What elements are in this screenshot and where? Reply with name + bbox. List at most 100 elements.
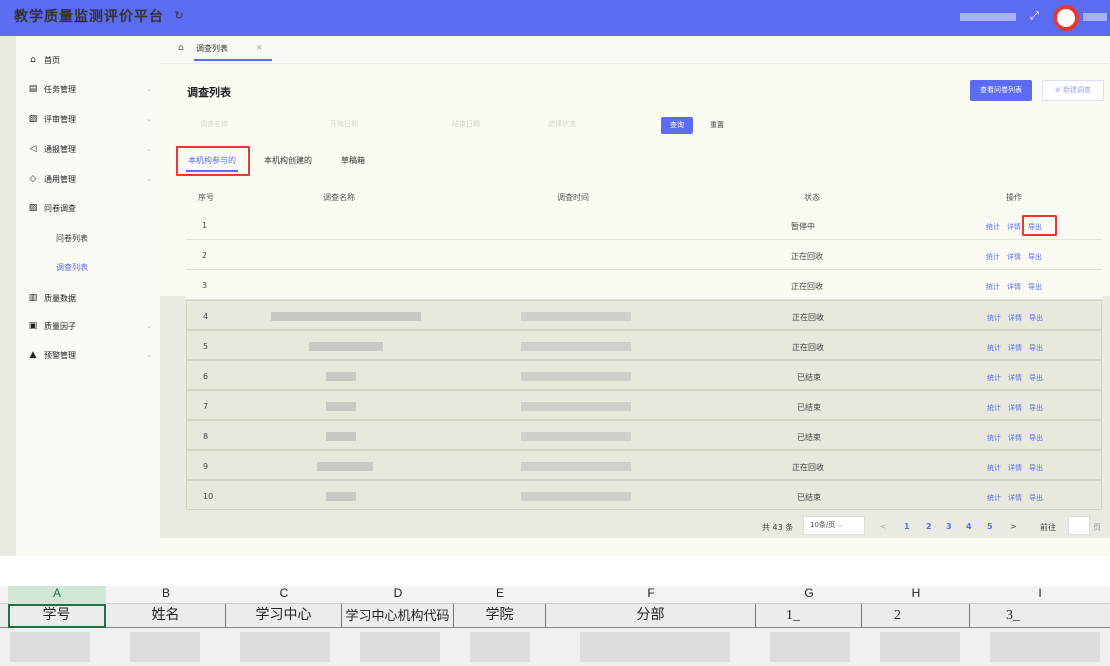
detail-link[interactable]: 详情 bbox=[1008, 343, 1022, 353]
export-link[interactable]: 导出 bbox=[1029, 493, 1043, 503]
sidebar-item-label: 通用管理 bbox=[44, 174, 76, 184]
sidebar-edge bbox=[0, 36, 16, 556]
sidebar-item-warning[interactable]: ▲ 预警管理 ⌄ bbox=[28, 347, 152, 363]
column-G[interactable]: G bbox=[756, 586, 862, 604]
detail-link[interactable]: 详情 bbox=[1008, 313, 1022, 323]
cell-I1[interactable]: 3_ bbox=[970, 604, 1110, 628]
column-C[interactable]: C bbox=[226, 586, 342, 604]
th-actions: 操作 bbox=[1006, 193, 1022, 202]
export-link[interactable]: 导出 bbox=[1028, 252, 1042, 262]
stats-link[interactable]: 统计 bbox=[986, 282, 1000, 292]
home-icon[interactable]: ⌂ bbox=[178, 43, 184, 53]
query-button[interactable]: 查询 bbox=[661, 117, 693, 134]
stats-link[interactable]: 统计 bbox=[987, 343, 1001, 353]
start-date-filter[interactable]: 开始日期 bbox=[330, 119, 358, 129]
column-A[interactable]: A bbox=[8, 586, 106, 604]
goto-page-input[interactable] bbox=[1068, 516, 1090, 535]
status-filter[interactable]: 选择状态 bbox=[548, 119, 576, 129]
sidebar-item-general[interactable]: ◇ 通用管理 ⌄ bbox=[28, 171, 152, 187]
view-questionnaires-button[interactable]: 查看问卷列表 bbox=[970, 80, 1032, 101]
sidebar bbox=[0, 36, 160, 556]
column-D[interactable]: D bbox=[342, 586, 454, 604]
detail-link[interactable]: 详情 bbox=[1007, 222, 1021, 232]
cell-C1[interactable]: 学习中心 bbox=[226, 604, 342, 628]
page-size-select[interactable]: 10条/页 ⌄ bbox=[803, 516, 865, 535]
tab-created[interactable]: 本机构创建的 bbox=[264, 155, 312, 166]
highlight-box-export bbox=[1022, 215, 1057, 236]
detail-link[interactable]: 详情 bbox=[1008, 373, 1022, 383]
survey-name-redacted bbox=[326, 372, 356, 381]
sidebar-subitem-questionnaires[interactable]: 问卷列表 bbox=[56, 233, 88, 244]
stats-link[interactable]: 统计 bbox=[987, 313, 1001, 323]
sidebar-item-quality-factor[interactable]: ▣ 质量因子 ⌄ bbox=[28, 318, 152, 334]
stats-link[interactable]: 统计 bbox=[986, 252, 1000, 262]
stats-link[interactable]: 统计 bbox=[987, 463, 1001, 473]
column-B[interactable]: B bbox=[106, 586, 226, 604]
detail-link[interactable]: 详情 bbox=[1007, 252, 1021, 262]
detail-link[interactable]: 详情 bbox=[1008, 463, 1022, 473]
row-index: 4 bbox=[203, 312, 209, 321]
sidebar-item-label: 通报管理 bbox=[44, 144, 76, 154]
survey-name-filter[interactable]: 调查名称 bbox=[200, 119, 228, 129]
export-link[interactable]: 导出 bbox=[1029, 403, 1043, 413]
detail-link[interactable]: 详情 bbox=[1008, 433, 1022, 443]
sidebar-item-tasks[interactable]: ▤ 任务管理 ⌄ bbox=[28, 81, 152, 97]
column-F[interactable]: F bbox=[546, 586, 756, 604]
column-I[interactable]: I bbox=[970, 586, 1110, 604]
redacted-cell bbox=[770, 632, 850, 662]
sidebar-item-review[interactable]: ▨ 评审管理 ⌄ bbox=[28, 111, 152, 127]
reset-button[interactable]: 重置 bbox=[710, 117, 724, 134]
detail-link[interactable]: 详情 bbox=[1007, 282, 1021, 292]
stats-link[interactable]: 统计 bbox=[987, 433, 1001, 443]
cell-E1[interactable]: 学院 bbox=[454, 604, 546, 628]
sidebar-item-label: 预警管理 bbox=[44, 350, 76, 360]
tab-drafts[interactable]: 草稿箱 bbox=[341, 155, 365, 166]
row-status: 已结束 bbox=[797, 433, 821, 442]
page-4[interactable]: 4 bbox=[966, 522, 972, 531]
cell-G1[interactable]: 1_ bbox=[756, 604, 862, 628]
sidebar-item-survey[interactable]: ▨ 问卷调查 bbox=[28, 200, 76, 216]
refresh-icon[interactable]: ↻ bbox=[172, 9, 186, 23]
stats-link[interactable]: 统计 bbox=[986, 222, 1000, 232]
export-link[interactable]: 导出 bbox=[1029, 373, 1043, 383]
detail-link[interactable]: 详情 bbox=[1008, 493, 1022, 503]
page-2[interactable]: 2 bbox=[926, 522, 932, 531]
export-link[interactable]: 导出 bbox=[1029, 433, 1043, 443]
tab-bar bbox=[160, 36, 1110, 64]
export-link[interactable]: 导出 bbox=[1029, 343, 1043, 353]
sidebar-item-quality-data[interactable]: ▥ 质量数据 bbox=[28, 290, 76, 306]
detail-link[interactable]: 详情 bbox=[1008, 403, 1022, 413]
export-link[interactable]: 导出 bbox=[1029, 313, 1043, 323]
cell-B1[interactable]: 姓名 bbox=[106, 604, 226, 628]
survey-time-redacted bbox=[521, 372, 631, 381]
new-survey-button[interactable]: ⊕ 新建调查 bbox=[1042, 80, 1104, 101]
page-3[interactable]: 3 bbox=[946, 522, 952, 531]
highlight-box-tab bbox=[176, 146, 250, 176]
sidebar-subitem-surveys[interactable]: 调查列表 bbox=[56, 262, 88, 273]
app-brand: 教学质量监测评价平台 bbox=[14, 9, 164, 25]
column-E[interactable]: E bbox=[454, 586, 546, 604]
table-row: 3 正在回收 统计 详情 导出 bbox=[186, 270, 1102, 300]
page-1[interactable]: 1 bbox=[904, 522, 910, 531]
avatar[interactable] bbox=[1053, 5, 1079, 31]
stats-link[interactable]: 统计 bbox=[987, 373, 1001, 383]
cell-H1[interactable]: 2 bbox=[862, 604, 970, 628]
next-page-button[interactable]: > bbox=[1010, 522, 1017, 531]
end-date-filter[interactable]: 结束日期 bbox=[452, 119, 480, 129]
redacted-cell bbox=[10, 632, 90, 662]
cell-A1[interactable]: 学号 bbox=[8, 604, 106, 628]
stats-link[interactable]: 统计 bbox=[987, 493, 1001, 503]
page-5[interactable]: 5 bbox=[987, 522, 993, 531]
close-icon[interactable]: × bbox=[256, 43, 263, 52]
stats-link[interactable]: 统计 bbox=[987, 403, 1001, 413]
sidebar-item-notice[interactable]: ◁ 通报管理 ⌄ bbox=[28, 141, 152, 157]
export-link[interactable]: 导出 bbox=[1028, 282, 1042, 292]
tab-survey-list[interactable]: 调查列表 bbox=[196, 43, 228, 54]
expand-icon[interactable]: ⤢ bbox=[1030, 9, 1039, 23]
column-H[interactable]: H bbox=[862, 586, 970, 604]
cell-F1[interactable]: 分部 bbox=[546, 604, 756, 628]
sidebar-item-home[interactable]: ⌂ 首页 bbox=[28, 52, 60, 68]
prev-page-button[interactable]: < bbox=[880, 522, 887, 531]
export-link[interactable]: 导出 bbox=[1029, 463, 1043, 473]
cell-D1[interactable]: 学习中心机构代码 bbox=[342, 604, 454, 628]
